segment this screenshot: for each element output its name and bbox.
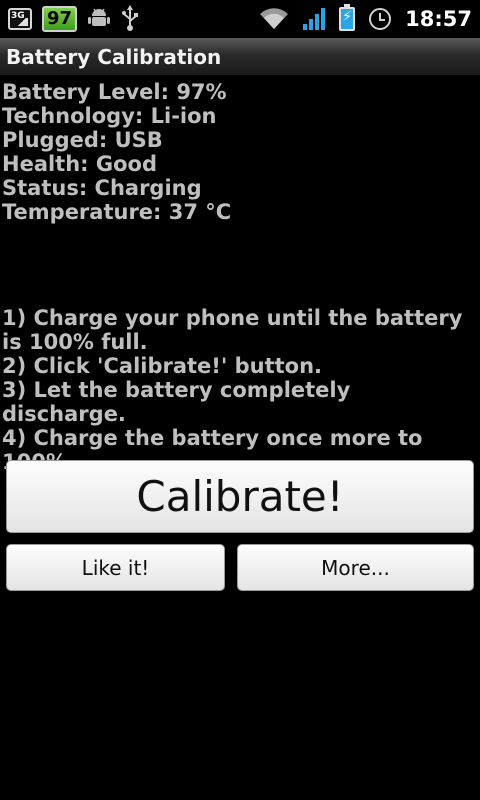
status-bar-right: ⚡ 18:57 [259, 0, 472, 38]
app-title: Battery Calibration [6, 44, 222, 69]
alarm-icon [369, 8, 392, 30]
battery-level-badge: 97 [42, 6, 78, 32]
instruction-step-3: 3) Let the battery completely discharge. [2, 378, 351, 426]
status-text: Status: Charging [2, 176, 202, 200]
health-text: Health: Good [2, 152, 158, 176]
clock: 18:57 [405, 7, 472, 31]
cell-signal-icon [303, 8, 326, 30]
android-debug-icon [87, 7, 111, 32]
instructions: 1) Charge your phone until the battery i… [2, 306, 478, 474]
temperature-text: Temperature: 37 °C [2, 200, 232, 224]
title-bar: Battery Calibration [0, 38, 480, 76]
wifi-icon [259, 8, 289, 30]
technology-text: Technology: Li-ion [2, 104, 217, 128]
usb-icon [121, 4, 139, 34]
3g-icon: 3G [8, 8, 32, 30]
calibrate-button[interactable]: Calibrate! [6, 460, 474, 533]
instruction-step-1: 1) Charge your phone until the battery i… [2, 306, 463, 354]
more-button[interactable]: More... [237, 544, 474, 591]
status-bar: 3G 97 ⚡ 18:57 [0, 0, 480, 38]
network-type-label: 3G [11, 11, 25, 21]
battery-level-text: Battery Level: 97% [2, 80, 227, 104]
plugged-text: Plugged: USB [2, 128, 163, 152]
like-it-button[interactable]: Like it! [6, 544, 225, 591]
status-bar-left: 3G 97 [8, 0, 139, 38]
battery-charging-icon: ⚡ [339, 4, 356, 31]
instruction-step-2: 2) Click 'Calibrate!' button. [2, 354, 323, 378]
battery-info: Battery Level: 97% Technology: Li-ion Pl… [2, 80, 478, 224]
